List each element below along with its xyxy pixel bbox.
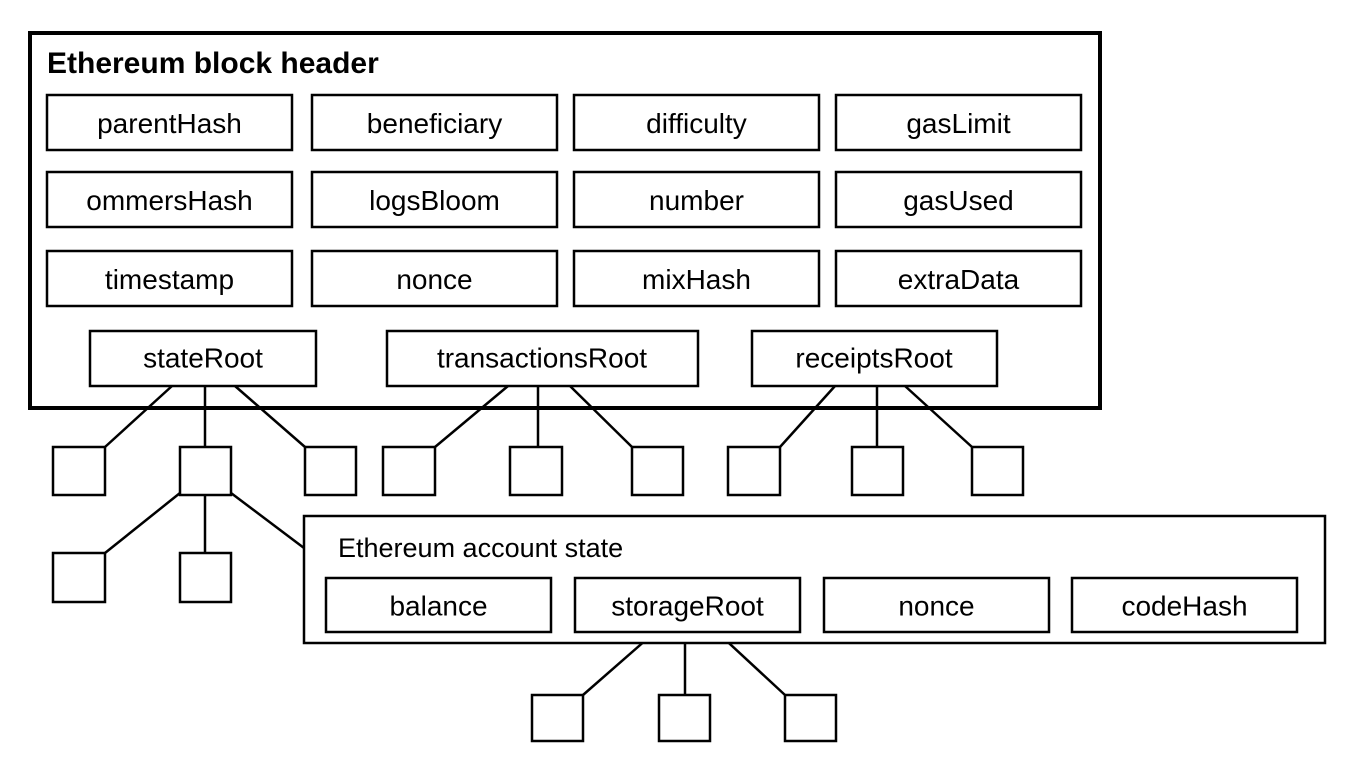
- account-field-storageRoot: storageRoot: [573, 576, 802, 634]
- account-field-balance: balance: [324, 576, 553, 634]
- trie-node: [850, 445, 905, 497]
- ethereum-diagram: Ethereum block header parentHash benefici…: [28, 31, 1327, 743]
- trie-node: [178, 445, 233, 497]
- header-field-parentHash: parentHash: [45, 93, 294, 152]
- trie-node: [970, 445, 1025, 497]
- root-label: stateRoot: [143, 343, 263, 374]
- header-field-nonce: nonce: [310, 249, 559, 308]
- field-label: logsBloom: [369, 185, 500, 216]
- header-field-gasUsed: gasUsed: [834, 170, 1083, 229]
- trie-node: [51, 445, 107, 497]
- field-label: extraData: [898, 264, 1020, 295]
- header-field-logsBloom: logsBloom: [310, 170, 559, 229]
- root-transactionsRoot: transactionsRoot: [385, 329, 700, 388]
- trie-node: [726, 445, 782, 497]
- field-label: nonce: [898, 591, 974, 622]
- header-field-number: number: [572, 170, 821, 229]
- root-stateRoot: stateRoot: [88, 329, 318, 388]
- field-label: balance: [389, 591, 487, 622]
- field-label: beneficiary: [367, 108, 502, 139]
- field-label: mixHash: [642, 264, 751, 295]
- trie-node: [657, 693, 712, 743]
- field-label: gasUsed: [903, 185, 1014, 216]
- header-field-extraData: extraData: [834, 249, 1083, 308]
- account-field-nonce: nonce: [822, 576, 1051, 634]
- field-label: codeHash: [1121, 591, 1247, 622]
- field-label: parentHash: [97, 108, 242, 139]
- account-state: Ethereum account state balance storageRoo…: [302, 514, 1327, 645]
- header-field-ommersHash: ommersHash: [45, 170, 294, 229]
- field-label: storageRoot: [611, 591, 764, 622]
- field-label: ommersHash: [86, 185, 252, 216]
- trie-node: [783, 693, 838, 743]
- account-state-title: Ethereum account state: [338, 533, 623, 563]
- field-label: nonce: [396, 264, 472, 295]
- trie-node: [303, 445, 358, 497]
- root-label: receiptsRoot: [795, 343, 952, 374]
- header-field-gasLimit: gasLimit: [834, 93, 1083, 152]
- field-label: timestamp: [105, 264, 234, 295]
- trie-node: [381, 445, 437, 497]
- account-field-codeHash: codeHash: [1070, 576, 1299, 634]
- block-header-title: Ethereum block header: [47, 47, 379, 80]
- trie-node: [51, 551, 107, 604]
- header-field-mixHash: mixHash: [572, 249, 821, 308]
- trie-node: [508, 445, 564, 497]
- header-field-timestamp: timestamp: [45, 249, 294, 308]
- header-field-difficulty: difficulty: [572, 93, 821, 152]
- field-label: difficulty: [646, 108, 747, 139]
- trie-node: [178, 551, 233, 604]
- header-field-beneficiary: beneficiary: [310, 93, 559, 152]
- root-label: transactionsRoot: [437, 343, 647, 374]
- trie-node: [630, 445, 685, 497]
- field-label: number: [649, 185, 744, 216]
- block-header: Ethereum block header parentHash benefici…: [28, 31, 1102, 410]
- root-receiptsRoot: receiptsRoot: [750, 329, 999, 388]
- field-label: gasLimit: [906, 108, 1010, 139]
- trie-node: [530, 693, 585, 743]
